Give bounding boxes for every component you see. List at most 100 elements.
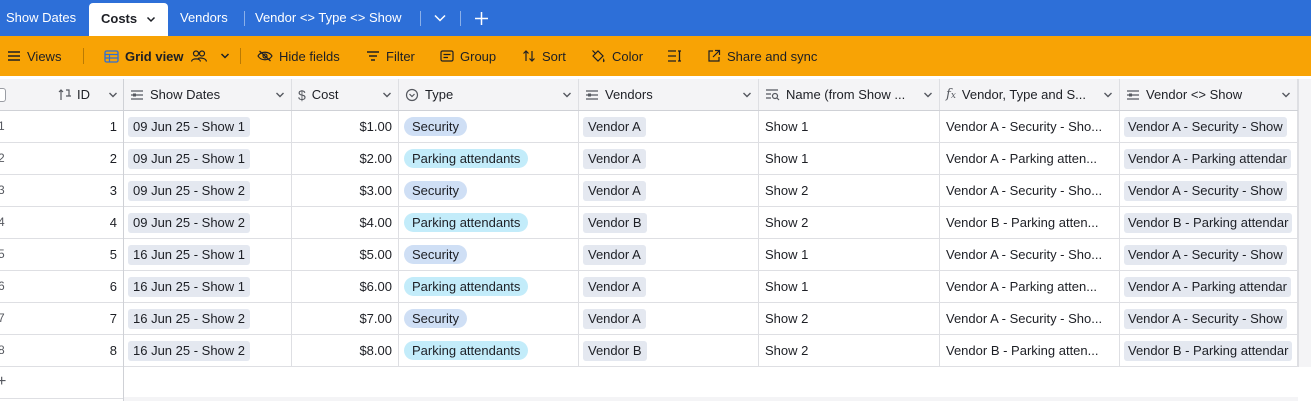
chevron-down-icon[interactable] xyxy=(562,91,572,99)
type-select-pill[interactable]: Parking attendants xyxy=(404,213,529,232)
linked-vendor-show-pill[interactable]: Vendor A - Security - Show xyxy=(1124,244,1287,265)
linked-show-date-pill[interactable]: 16 Jun 25 - Show 1 xyxy=(128,244,251,265)
linked-vendor-pill[interactable]: Vendor A xyxy=(583,148,646,169)
name-from-show-cell[interactable]: Show 1 xyxy=(759,239,940,270)
chevron-down-icon[interactable] xyxy=(1103,91,1113,99)
type-cell[interactable]: Parking attendants xyxy=(399,271,579,302)
linked-vendor-show-pill[interactable]: Vendor B - Parking attendar xyxy=(1124,340,1293,361)
header-name-from-show[interactable]: Name (from Show ... xyxy=(759,79,940,110)
linked-vendor-pill[interactable]: Vendor B xyxy=(583,212,647,233)
row-height-button[interactable] xyxy=(667,36,682,76)
row-header-cell[interactable]: 5 5 xyxy=(0,239,124,270)
row-header-cell[interactable]: 7 7 xyxy=(0,303,124,334)
linked-vendor-show-pill[interactable]: Vendor A - Parking attendar xyxy=(1124,148,1291,169)
cost-cell[interactable]: $6.00 xyxy=(292,271,399,302)
table-row[interactable]: 4 4 09 Jun 25 - Show 2 $4.00 Parking att… xyxy=(0,207,1298,239)
linked-show-date-pill[interactable]: 09 Jun 25 - Show 1 xyxy=(128,148,251,169)
cost-cell[interactable]: $1.00 xyxy=(292,111,399,142)
linked-show-date-pill[interactable]: 16 Jun 25 - Show 2 xyxy=(128,308,251,329)
header-vendor-type-show[interactable]: fx Vendor, Type and S... xyxy=(940,79,1120,110)
type-cell[interactable]: Parking attendants xyxy=(399,207,579,238)
show-dates-cell[interactable]: 09 Jun 25 - Show 2 xyxy=(124,175,292,206)
linked-vendor-pill[interactable]: Vendor A xyxy=(583,244,646,265)
table-row[interactable]: 3 3 09 Jun 25 - Show 2 $3.00 Security Ve… xyxy=(0,175,1298,207)
chevron-down-icon[interactable] xyxy=(382,91,392,99)
header-show-dates[interactable]: Show Dates xyxy=(124,79,292,110)
color-button[interactable]: Color xyxy=(590,36,643,76)
chevron-down-icon[interactable] xyxy=(923,91,933,99)
show-dates-cell[interactable]: 09 Jun 25 - Show 1 xyxy=(124,111,292,142)
vendor-type-show-cell[interactable]: Vendor B - Parking atten... xyxy=(940,335,1120,366)
vendor-show-cell[interactable]: Vendor A - Security - Show xyxy=(1120,175,1298,206)
vendor-show-cell[interactable]: Vendor B - Parking attendar xyxy=(1120,335,1298,366)
cost-cell[interactable]: $8.00 xyxy=(292,335,399,366)
chevron-down-icon[interactable] xyxy=(108,91,118,99)
linked-show-date-pill[interactable]: 09 Jun 25 - Show 2 xyxy=(128,180,251,201)
table-row[interactable]: 1 1 09 Jun 25 - Show 1 $1.00 Security Ve… xyxy=(0,111,1298,143)
show-dates-cell[interactable]: 09 Jun 25 - Show 2 xyxy=(124,207,292,238)
name-from-show-cell[interactable]: Show 1 xyxy=(759,271,940,302)
linked-show-date-pill[interactable]: 09 Jun 25 - Show 1 xyxy=(128,116,251,137)
linked-vendor-show-pill[interactable]: Vendor A - Security - Show xyxy=(1124,308,1287,329)
grid-view-button[interactable]: Grid view xyxy=(104,36,230,76)
name-from-show-cell[interactable]: Show 2 xyxy=(759,303,940,334)
linked-show-date-pill[interactable]: 16 Jun 25 - Show 1 xyxy=(128,276,251,297)
vendor-show-cell[interactable]: Vendor B - Parking attendar xyxy=(1120,207,1298,238)
show-dates-cell[interactable]: 16 Jun 25 - Show 1 xyxy=(124,271,292,302)
name-from-show-cell[interactable]: Show 2 xyxy=(759,335,940,366)
name-from-show-cell[interactable]: Show 2 xyxy=(759,207,940,238)
header-id[interactable]: ID xyxy=(0,79,124,110)
select-all-checkbox[interactable] xyxy=(0,88,6,102)
cost-cell[interactable]: $7.00 xyxy=(292,303,399,334)
row-header-cell[interactable]: 3 3 xyxy=(0,175,124,206)
linked-vendor-show-pill[interactable]: Vendor A - Parking attendar xyxy=(1124,276,1291,297)
type-cell[interactable]: Security xyxy=(399,111,579,142)
cost-cell[interactable]: $4.00 xyxy=(292,207,399,238)
type-select-pill[interactable]: Security xyxy=(404,181,467,200)
vendor-type-show-cell[interactable]: Vendor A - Security - Sho... xyxy=(940,239,1120,270)
tab-show-dates[interactable]: Show Dates xyxy=(6,0,76,36)
type-select-pill[interactable]: Security xyxy=(404,245,467,264)
name-from-show-cell[interactable]: Show 1 xyxy=(759,111,940,142)
add-record-row[interactable]: + xyxy=(0,367,123,399)
vendors-cell[interactable]: Vendor A xyxy=(579,143,759,174)
table-row[interactable]: 7 7 16 Jun 25 - Show 2 $7.00 Security Ve… xyxy=(0,303,1298,335)
row-header-cell[interactable]: 6 6 xyxy=(0,271,124,302)
linked-vendor-show-pill[interactable]: Vendor A - Security - Show xyxy=(1124,116,1287,137)
table-row[interactable]: 5 5 16 Jun 25 - Show 1 $5.00 Security Ve… xyxy=(0,239,1298,271)
row-header-cell[interactable]: 1 1 xyxy=(0,111,124,142)
chevron-down-icon[interactable] xyxy=(1281,91,1291,99)
filter-button[interactable]: Filter xyxy=(366,36,415,76)
vendor-type-show-cell[interactable]: Vendor A - Security - Sho... xyxy=(940,175,1120,206)
row-header-cell[interactable]: 8 8 xyxy=(0,335,124,366)
table-row[interactable]: 6 6 16 Jun 25 - Show 1 $6.00 Parking att… xyxy=(0,271,1298,303)
vendor-show-cell[interactable]: Vendor A - Security - Show xyxy=(1120,303,1298,334)
type-cell[interactable]: Security xyxy=(399,239,579,270)
vendors-cell[interactable]: Vendor B xyxy=(579,335,759,366)
sort-button[interactable]: Sort xyxy=(522,36,566,76)
linked-vendor-pill[interactable]: Vendor A xyxy=(583,276,646,297)
vendor-type-show-cell[interactable]: Vendor A - Parking atten... xyxy=(940,271,1120,302)
cost-cell[interactable]: $5.00 xyxy=(292,239,399,270)
type-select-pill[interactable]: Security xyxy=(404,309,467,328)
vendor-type-show-cell[interactable]: Vendor A - Parking atten... xyxy=(940,143,1120,174)
table-row[interactable]: 8 8 16 Jun 25 - Show 2 $8.00 Parking att… xyxy=(0,335,1298,367)
show-dates-cell[interactable]: 09 Jun 25 - Show 1 xyxy=(124,143,292,174)
name-from-show-cell[interactable]: Show 1 xyxy=(759,143,940,174)
table-row[interactable]: 2 2 09 Jun 25 - Show 1 $2.00 Parking att… xyxy=(0,143,1298,175)
row-header-cell[interactable]: 4 4 xyxy=(0,207,124,238)
add-record-button[interactable]: + xyxy=(0,373,6,391)
type-cell[interactable]: Security xyxy=(399,175,579,206)
cost-cell[interactable]: $2.00 xyxy=(292,143,399,174)
vendors-cell[interactable]: Vendor A xyxy=(579,239,759,270)
show-dates-cell[interactable]: 16 Jun 25 - Show 1 xyxy=(124,239,292,270)
vendor-type-show-cell[interactable]: Vendor B - Parking atten... xyxy=(940,207,1120,238)
header-type[interactable]: Type xyxy=(399,79,579,110)
vendors-cell[interactable]: Vendor A xyxy=(579,271,759,302)
chevron-down-icon[interactable] xyxy=(433,13,447,23)
chevron-down-icon[interactable] xyxy=(275,91,285,99)
row-header-cell[interactable]: 2 2 xyxy=(0,143,124,174)
linked-vendor-pill[interactable]: Vendor B xyxy=(583,340,647,361)
type-cell[interactable]: Security xyxy=(399,303,579,334)
show-dates-cell[interactable]: 16 Jun 25 - Show 2 xyxy=(124,303,292,334)
